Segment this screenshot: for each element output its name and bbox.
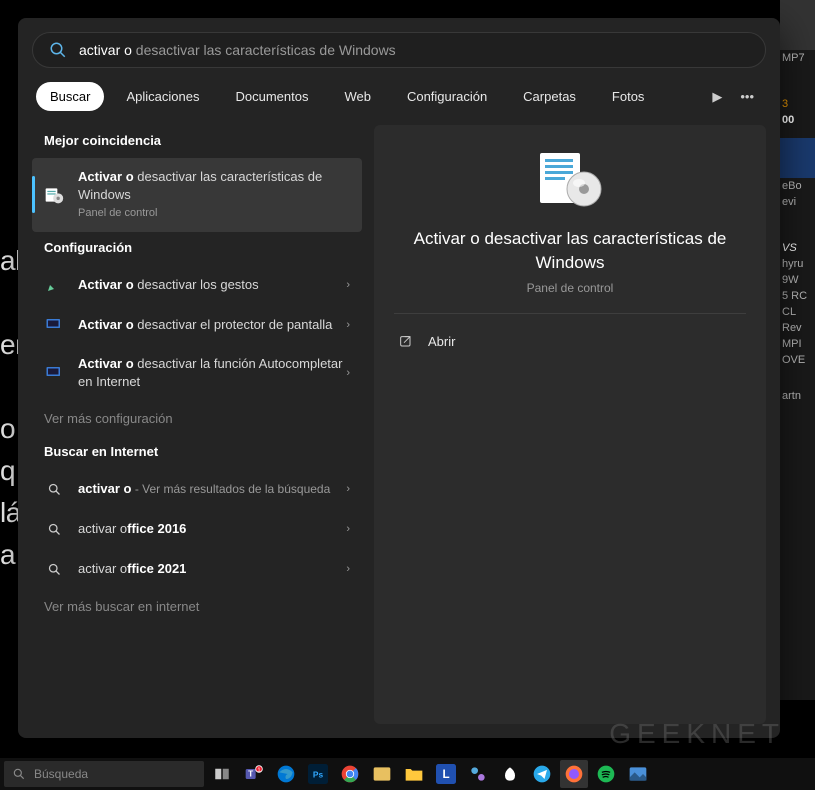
chevron-right-icon: › bbox=[346, 483, 350, 495]
taskbar: Búsqueda T1 Ps L bbox=[0, 758, 815, 790]
result-best-match[interactable]: Activar o desactivar las características… bbox=[32, 158, 362, 232]
search-icon bbox=[49, 41, 67, 59]
result-config-autocomplete[interactable]: Activar o desactivar la función Autocomp… bbox=[32, 345, 362, 401]
svg-text:1: 1 bbox=[257, 768, 260, 774]
preview-pane: Activar o desactivar las características… bbox=[374, 125, 766, 724]
search-window: activar o desactivar las características… bbox=[18, 18, 780, 738]
chrome-icon[interactable] bbox=[336, 760, 364, 788]
tab-fotos[interactable]: Fotos bbox=[598, 82, 659, 111]
open-icon bbox=[398, 334, 414, 350]
search-input[interactable]: activar o desactivar las características… bbox=[79, 42, 749, 58]
monitor-icon bbox=[44, 315, 64, 335]
teams-icon[interactable]: T1 bbox=[240, 760, 268, 788]
section-search-web: Buscar en Internet bbox=[32, 436, 362, 469]
preview-title: Activar o desactivar las características… bbox=[394, 227, 746, 275]
result-config-gestures[interactable]: Activar o desactivar los gestos › bbox=[32, 265, 362, 305]
divider bbox=[394, 313, 746, 314]
chevron-right-icon: › bbox=[346, 319, 350, 331]
tab-configuracion[interactable]: Configuración bbox=[393, 82, 501, 111]
windows-features-icon bbox=[44, 185, 64, 205]
firefox-icon[interactable] bbox=[560, 760, 588, 788]
edge-icon[interactable] bbox=[272, 760, 300, 788]
search-icon bbox=[44, 559, 64, 579]
svg-text:Ps: Ps bbox=[313, 769, 324, 779]
photoshop-icon[interactable]: Ps bbox=[304, 760, 332, 788]
search-icon bbox=[44, 519, 64, 539]
tabs-row: Buscar Aplicaciones Documentos Web Confi… bbox=[32, 82, 766, 111]
app-l-icon[interactable]: L bbox=[432, 760, 460, 788]
tabs-next-icon[interactable]: ▶ bbox=[712, 89, 722, 105]
photos-icon[interactable] bbox=[624, 760, 652, 788]
link-more-config[interactable]: Ver más configuración bbox=[32, 401, 362, 436]
tab-web[interactable]: Web bbox=[330, 82, 385, 111]
search-icon bbox=[44, 479, 64, 499]
monitor-icon bbox=[44, 363, 64, 383]
result-web-office2021[interactable]: activar office 2021 › bbox=[32, 549, 362, 589]
taskview-icon[interactable] bbox=[208, 760, 236, 788]
result-config-screensaver[interactable]: Activar o desactivar el protector de pan… bbox=[32, 305, 362, 345]
app-icon[interactable] bbox=[368, 760, 396, 788]
explorer-icon[interactable] bbox=[400, 760, 428, 788]
chevron-right-icon: › bbox=[346, 367, 350, 379]
telegram-icon[interactable] bbox=[528, 760, 556, 788]
app-icon-2[interactable] bbox=[464, 760, 492, 788]
tab-carpetas[interactable]: Carpetas bbox=[509, 82, 590, 111]
search-icon bbox=[12, 767, 26, 781]
chevron-right-icon: › bbox=[346, 523, 350, 535]
action-open[interactable]: Abrir bbox=[394, 326, 746, 358]
result-web-office2016[interactable]: activar office 2016 › bbox=[32, 509, 362, 549]
chevron-right-icon: › bbox=[346, 279, 350, 291]
section-configuration: Configuración bbox=[32, 232, 362, 265]
svg-text:L: L bbox=[442, 768, 449, 781]
tab-aplicaciones[interactable]: Aplicaciones bbox=[112, 82, 213, 111]
result-web-general[interactable]: activar o - Ver más resultados de la bús… bbox=[32, 469, 362, 509]
windows-features-large-icon bbox=[536, 151, 604, 209]
tab-documentos[interactable]: Documentos bbox=[221, 82, 322, 111]
pen-icon bbox=[44, 275, 64, 295]
taskbar-search[interactable]: Búsqueda bbox=[4, 761, 204, 787]
results-column: Mejor coincidencia Activar o desactivar … bbox=[32, 125, 362, 724]
watermark: GEEKNET bbox=[609, 718, 785, 750]
link-more-web[interactable]: Ver más buscar en internet bbox=[32, 589, 362, 624]
search-bar[interactable]: activar o desactivar las características… bbox=[32, 32, 766, 68]
app-icon-3[interactable] bbox=[496, 760, 524, 788]
background-sidebar: MP7 3 00 eBoevi VS hyru9W 5 RCCL RevMPI … bbox=[780, 0, 815, 700]
chevron-right-icon: › bbox=[346, 563, 350, 575]
section-best-match: Mejor coincidencia bbox=[32, 125, 362, 158]
preview-subtitle: Panel de control bbox=[527, 281, 614, 295]
tab-buscar[interactable]: Buscar bbox=[36, 82, 104, 111]
svg-text:T: T bbox=[248, 769, 253, 779]
tabs-more-icon[interactable]: ••• bbox=[740, 89, 754, 105]
spotify-icon[interactable] bbox=[592, 760, 620, 788]
